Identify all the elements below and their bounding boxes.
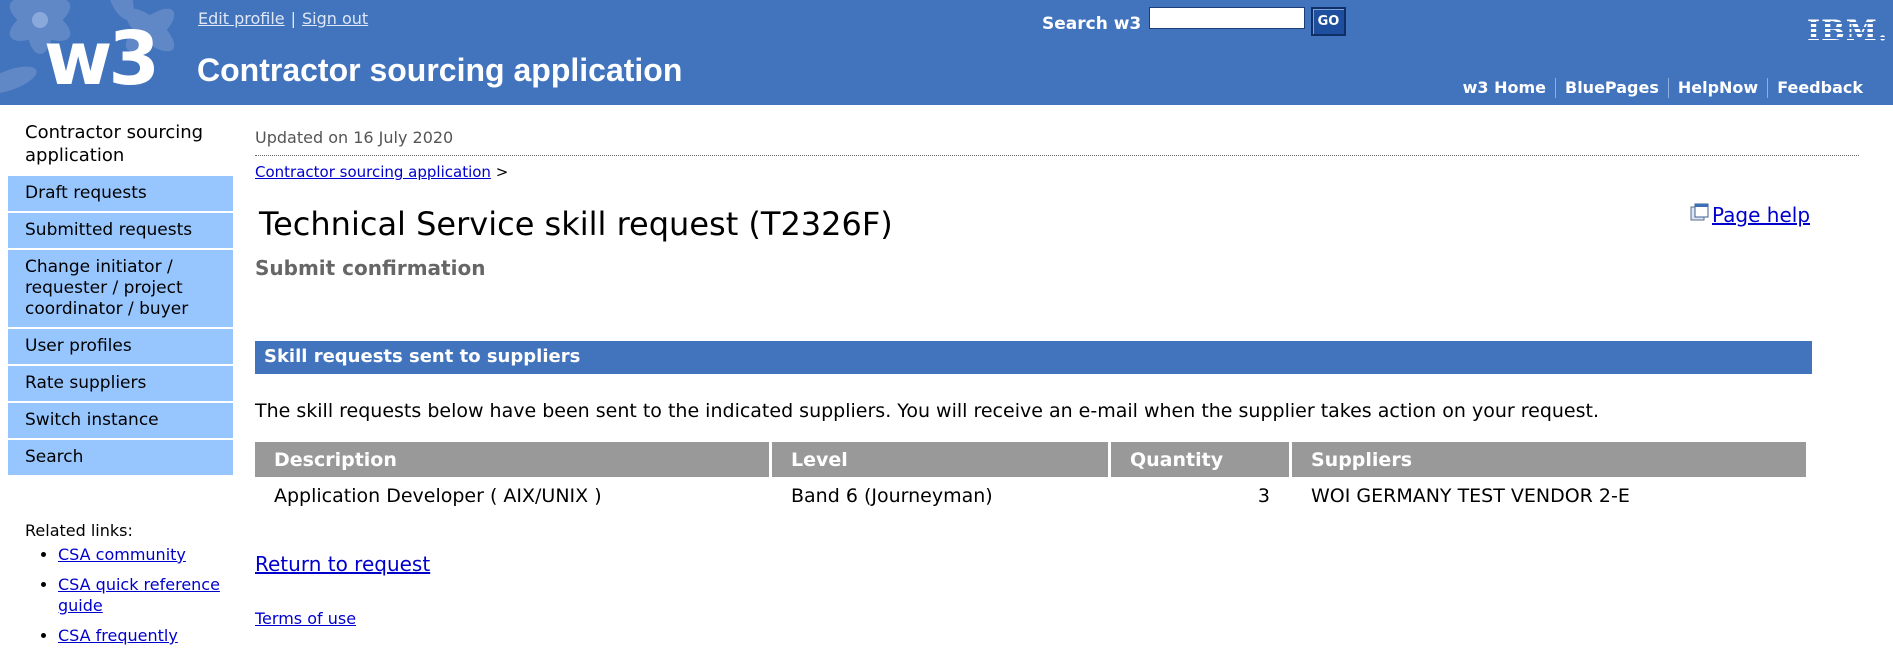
left-nav-list: Draft requests Submitted requests Change… — [8, 176, 233, 477]
skill-requests-table: Description Level Quantity Suppliers App… — [252, 442, 1809, 515]
top-nav: w3 Home BluePages HelpNow Feedback — [1454, 78, 1872, 98]
divider — [255, 155, 1859, 156]
section-header: Skill requests sent to suppliers — [255, 341, 1812, 374]
sidebar-item-search[interactable]: Search — [8, 440, 233, 477]
cell-description: Application Developer ( AIX/UNIX ) — [274, 485, 602, 507]
return-link-wrapper: Return to request — [255, 552, 430, 576]
column-header-level: Level — [772, 442, 1108, 477]
page-help-link[interactable]: Page help — [1712, 203, 1810, 227]
terms-of-use-link[interactable]: Terms of use — [255, 609, 356, 628]
csa-community-link[interactable]: CSA community — [58, 545, 186, 564]
left-nav: Contractor sourcing application Draft re… — [8, 121, 233, 477]
cell-level: Band 6 (Journeyman) — [791, 485, 993, 507]
csa-faq-link[interactable]: CSA frequently — [58, 626, 178, 645]
sidebar-item-switch-instance[interactable]: Switch instance — [8, 403, 233, 440]
sign-out-link[interactable]: Sign out — [302, 9, 368, 28]
cell-quantity: 3 — [1257, 485, 1270, 507]
edit-profile-link[interactable]: Edit profile — [198, 9, 285, 28]
related-links: Related links: CSA community CSA quick r… — [25, 521, 235, 651]
breadcrumb: Contractor sourcing application > — [255, 163, 508, 181]
related-links-title: Related links: — [25, 521, 133, 540]
list-item: CSA quick reference guide — [58, 574, 235, 616]
nav-feedback[interactable]: Feedback — [1767, 78, 1872, 98]
return-to-request-link[interactable]: Return to request — [255, 552, 430, 576]
left-nav-title[interactable]: Contractor sourcing application — [8, 121, 233, 167]
nav-bluepages[interactable]: BluePages — [1555, 78, 1668, 98]
page-subtitle: Submit confirmation — [255, 256, 486, 280]
table-header-row: Description Level Quantity Suppliers — [255, 442, 1806, 477]
sidebar-item-submitted-requests[interactable]: Submitted requests — [8, 213, 233, 250]
profile-links: Edit profile | Sign out — [198, 9, 368, 28]
ibm-logo: IBM. — [1807, 14, 1889, 47]
page-help: Page help — [1690, 203, 1810, 227]
sidebar-item-draft-requests[interactable]: Draft requests — [8, 176, 233, 213]
cell-suppliers: WOI GERMANY TEST VENDOR 2-E — [1311, 485, 1630, 507]
nav-w3-home[interactable]: w3 Home — [1454, 78, 1555, 98]
page-title: Technical Service skill request (T2326F) — [259, 205, 893, 243]
csa-quick-reference-link[interactable]: CSA quick reference guide — [58, 575, 220, 615]
breadcrumb-separator: > — [495, 163, 509, 181]
w3-logo[interactable]: w3 — [44, 22, 160, 96]
table-row: Application Developer ( AIX/UNIX ) Band … — [255, 477, 1806, 515]
search-input[interactable] — [1149, 7, 1305, 29]
link-separator: | — [290, 9, 296, 28]
sidebar-item-change-initiator[interactable]: Change initiator / requester / project c… — [8, 250, 233, 329]
sidebar-item-rate-suppliers[interactable]: Rate suppliers — [8, 366, 233, 403]
list-item: CSA community — [58, 544, 235, 565]
updated-date: Updated on 16 July 2020 — [255, 128, 454, 147]
search-go-button[interactable]: GO — [1311, 7, 1346, 36]
column-header-description: Description — [255, 442, 769, 477]
intro-text: The skill requests below have been sent … — [255, 400, 1599, 422]
search-label: Search w3 — [1042, 14, 1142, 34]
breadcrumb-link[interactable]: Contractor sourcing application — [255, 163, 491, 181]
list-item: CSA frequently — [58, 625, 235, 646]
help-window-icon[interactable] — [1690, 203, 1710, 223]
column-header-suppliers: Suppliers — [1292, 442, 1806, 477]
app-title: Contractor sourcing application — [197, 52, 683, 88]
nav-helpnow[interactable]: HelpNow — [1667, 78, 1767, 98]
masthead: w3 Edit profile | Sign out Contractor sour… — [0, 0, 1893, 105]
terms-wrapper: Terms of use — [255, 609, 356, 628]
sidebar-item-user-profiles[interactable]: User profiles — [8, 329, 233, 366]
column-header-quantity: Quantity — [1111, 442, 1289, 477]
